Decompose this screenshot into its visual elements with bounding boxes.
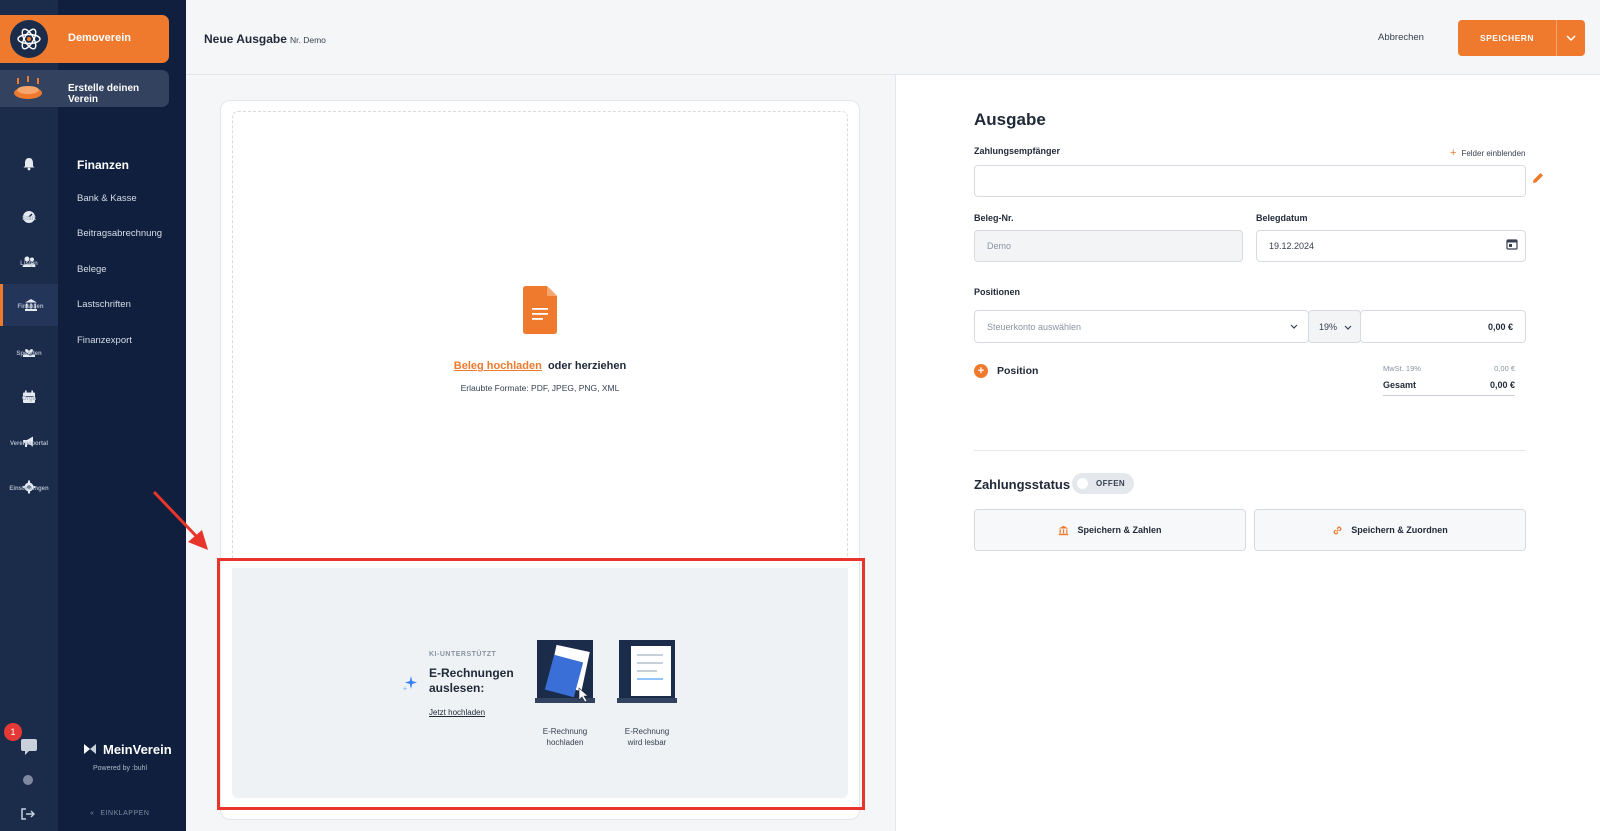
- save-and-pay-button[interactable]: Speichern & Zahlen: [974, 509, 1246, 551]
- stadium-icon: [14, 76, 42, 99]
- vat-rate-value: 19%: [1319, 321, 1338, 332]
- rail-label: Start: [22, 215, 36, 222]
- payee-label: Zahlungsempfänger: [974, 146, 1061, 156]
- rail-einstellungen[interactable]: Einstellungen: [0, 466, 58, 508]
- org-name: Demoverein: [68, 32, 131, 44]
- double-chevron-left-icon: «: [90, 810, 95, 817]
- date-input[interactable]: 19.12.2024: [1256, 230, 1526, 262]
- toggle-knob: [1077, 478, 1088, 489]
- tax-account-placeholder: Steuerkonto auswählen: [987, 321, 1082, 332]
- sidebar-item-bank-kasse[interactable]: Bank & Kasse: [77, 193, 137, 204]
- collapse-label: EINKLAPPEN: [100, 810, 150, 817]
- sidebar-item-finanzexport[interactable]: Finanzexport: [77, 335, 132, 346]
- payment-status-heading: Zahlungsstatus: [974, 477, 1071, 492]
- create-club-label: Erstelle deinen Verein: [68, 83, 140, 105]
- total-value: 0,00 €: [1489, 380, 1515, 390]
- rail-label: Orga: [21, 395, 36, 402]
- sidebar-item-beitragsabrechnung[interactable]: Beitragsabrechnung: [77, 228, 162, 239]
- plus-circle-icon: +: [974, 364, 988, 378]
- chevron-down-icon: [1566, 35, 1576, 41]
- rail-listen[interactable]: Listen: [0, 241, 58, 283]
- powered-by: Powered by :buhl: [93, 765, 148, 772]
- amount-input[interactable]: 0,00 €: [1360, 310, 1526, 343]
- sidebar-item-belege[interactable]: Belege: [77, 264, 107, 275]
- upload-link[interactable]: Beleg hochladen: [454, 360, 542, 372]
- chevron-down-icon: [1290, 324, 1298, 329]
- vat-rate-select[interactable]: 19%: [1308, 310, 1361, 343]
- org-switcher[interactable]: Demoverein: [0, 15, 169, 63]
- date-label: Belegdatum: [1256, 213, 1308, 223]
- create-club-banner[interactable]: Erstelle deinen Verein: [0, 70, 169, 107]
- section-divider: [974, 450, 1526, 451]
- cancel-button[interactable]: Abbrechen: [1378, 32, 1424, 43]
- total-row: Gesamt 0,00 €: [1383, 380, 1515, 390]
- vat-summary-row: MwSt. 19% 0,00 €: [1383, 364, 1515, 373]
- payee-input[interactable]: [974, 165, 1526, 197]
- meinverein-logo: MeinVerein: [82, 741, 172, 757]
- link-icon: [1333, 526, 1342, 534]
- rail-label: Listen: [20, 260, 38, 267]
- receipt-no-input: Demo: [974, 230, 1243, 262]
- rail-vereinsportal[interactable]: Vereinsportal: [0, 421, 58, 463]
- bank-icon: [1059, 525, 1069, 535]
- brand-name: MeinVerein: [103, 741, 172, 757]
- total-label: Gesamt: [1383, 380, 1417, 390]
- page-title: Neue Ausgabe: [204, 32, 287, 46]
- secondary-nav: [58, 0, 186, 831]
- positions-label: Positionen: [974, 287, 1021, 297]
- plus-icon: +: [1450, 147, 1457, 159]
- rail-start[interactable]: Start: [0, 196, 58, 238]
- document-icon: [523, 286, 557, 334]
- org-logo-icon: [10, 20, 48, 58]
- drag-hint: oder herziehen: [547, 360, 627, 372]
- show-fields-button[interactable]: + Felder einblenden: [1450, 147, 1525, 159]
- add-position-label: Position: [997, 365, 1039, 377]
- rail-label: Vereinsportal: [9, 440, 48, 447]
- logout-icon[interactable]: [21, 808, 35, 820]
- collapse-button[interactable]: « EINKLAPPEN: [90, 810, 149, 817]
- bell-icon[interactable]: [22, 157, 36, 171]
- sidebar-item-lastschriften[interactable]: Lastschriften: [77, 299, 131, 310]
- info-icon[interactable]: [23, 775, 33, 785]
- highlight-box: [217, 558, 865, 810]
- form-heading: Ausgabe: [974, 110, 1046, 129]
- receipt-no-label: Beleg-Nr.: [974, 213, 1014, 223]
- payment-status-toggle[interactable]: OFFEN: [1072, 473, 1134, 494]
- calendar-icon[interactable]: [1506, 238, 1518, 250]
- finanzen-section-title: Finanzen: [77, 158, 130, 172]
- chat-icon[interactable]: [18, 737, 40, 757]
- show-fields-label: Felder einblenden: [1461, 148, 1526, 158]
- payment-status-value: OFFEN: [1096, 479, 1126, 488]
- pencil-icon[interactable]: [1532, 172, 1544, 184]
- save-and-pay-label: Speichern & Zahlen: [1077, 525, 1162, 535]
- vat-summary-label: MwSt. 19%: [1383, 364, 1421, 373]
- tax-account-select[interactable]: Steuerkonto auswählen: [974, 310, 1309, 343]
- rail-label: Einstellungen: [9, 485, 49, 492]
- save-and-assign-button[interactable]: Speichern & Zuordnen: [1254, 509, 1526, 551]
- rail-label: Finanzen: [17, 303, 44, 310]
- annotation-arrow-icon: [152, 490, 208, 550]
- chevron-down-icon: [1344, 325, 1352, 330]
- upload-dropzone[interactable]: [232, 111, 848, 560]
- add-position-button[interactable]: + Position: [974, 364, 1038, 378]
- save-button[interactable]: SPEICHERN: [1458, 20, 1556, 56]
- save-and-assign-label: Speichern & Zuordnen: [1351, 525, 1448, 535]
- meinverein-logo-icon: [84, 744, 96, 754]
- rail-finanzen[interactable]: Finanzen: [0, 284, 58, 326]
- page-subtitle: Nr. Demo: [290, 35, 326, 45]
- total-underline: [1383, 395, 1515, 396]
- rail-label: Spenden: [16, 350, 42, 357]
- vat-summary-value: 0,00 €: [1494, 364, 1515, 373]
- notification-badge: 1: [4, 723, 22, 741]
- save-options-button[interactable]: [1556, 20, 1585, 56]
